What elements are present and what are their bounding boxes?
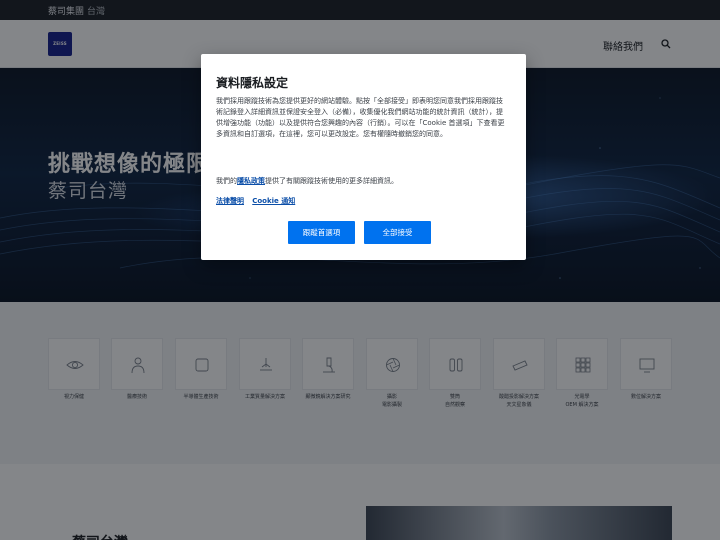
privacy-note: 我們的隱私政策提供了有關跟蹤技術使用的更多詳細資訊。 <box>216 177 398 185</box>
cookie-notice-link[interactable]: Cookie 通知 <box>252 197 295 205</box>
legal-notice-link[interactable]: 法律聲明 <box>216 197 244 205</box>
privacy-settings-dialog: 資料隱私設定 我們採用跟蹤技術為您提供更好的網站體驗。點按「全部接受」即表明您同… <box>201 54 526 260</box>
dialog-links: 法律聲明 Cookie 通知 <box>216 196 301 206</box>
tracking-preferences-button[interactable]: 跟蹤首選項 <box>288 221 355 244</box>
privacy-policy-link[interactable]: 隱私政策 <box>237 177 265 185</box>
accept-all-button[interactable]: 全部接受 <box>364 221 431 244</box>
dialog-body: 我們採用跟蹤技術為您提供更好的網站體驗。點按「全部接受」即表明您同意我們採用跟蹤… <box>216 97 505 138</box>
dialog-title: 資料隱私設定 <box>216 76 289 90</box>
